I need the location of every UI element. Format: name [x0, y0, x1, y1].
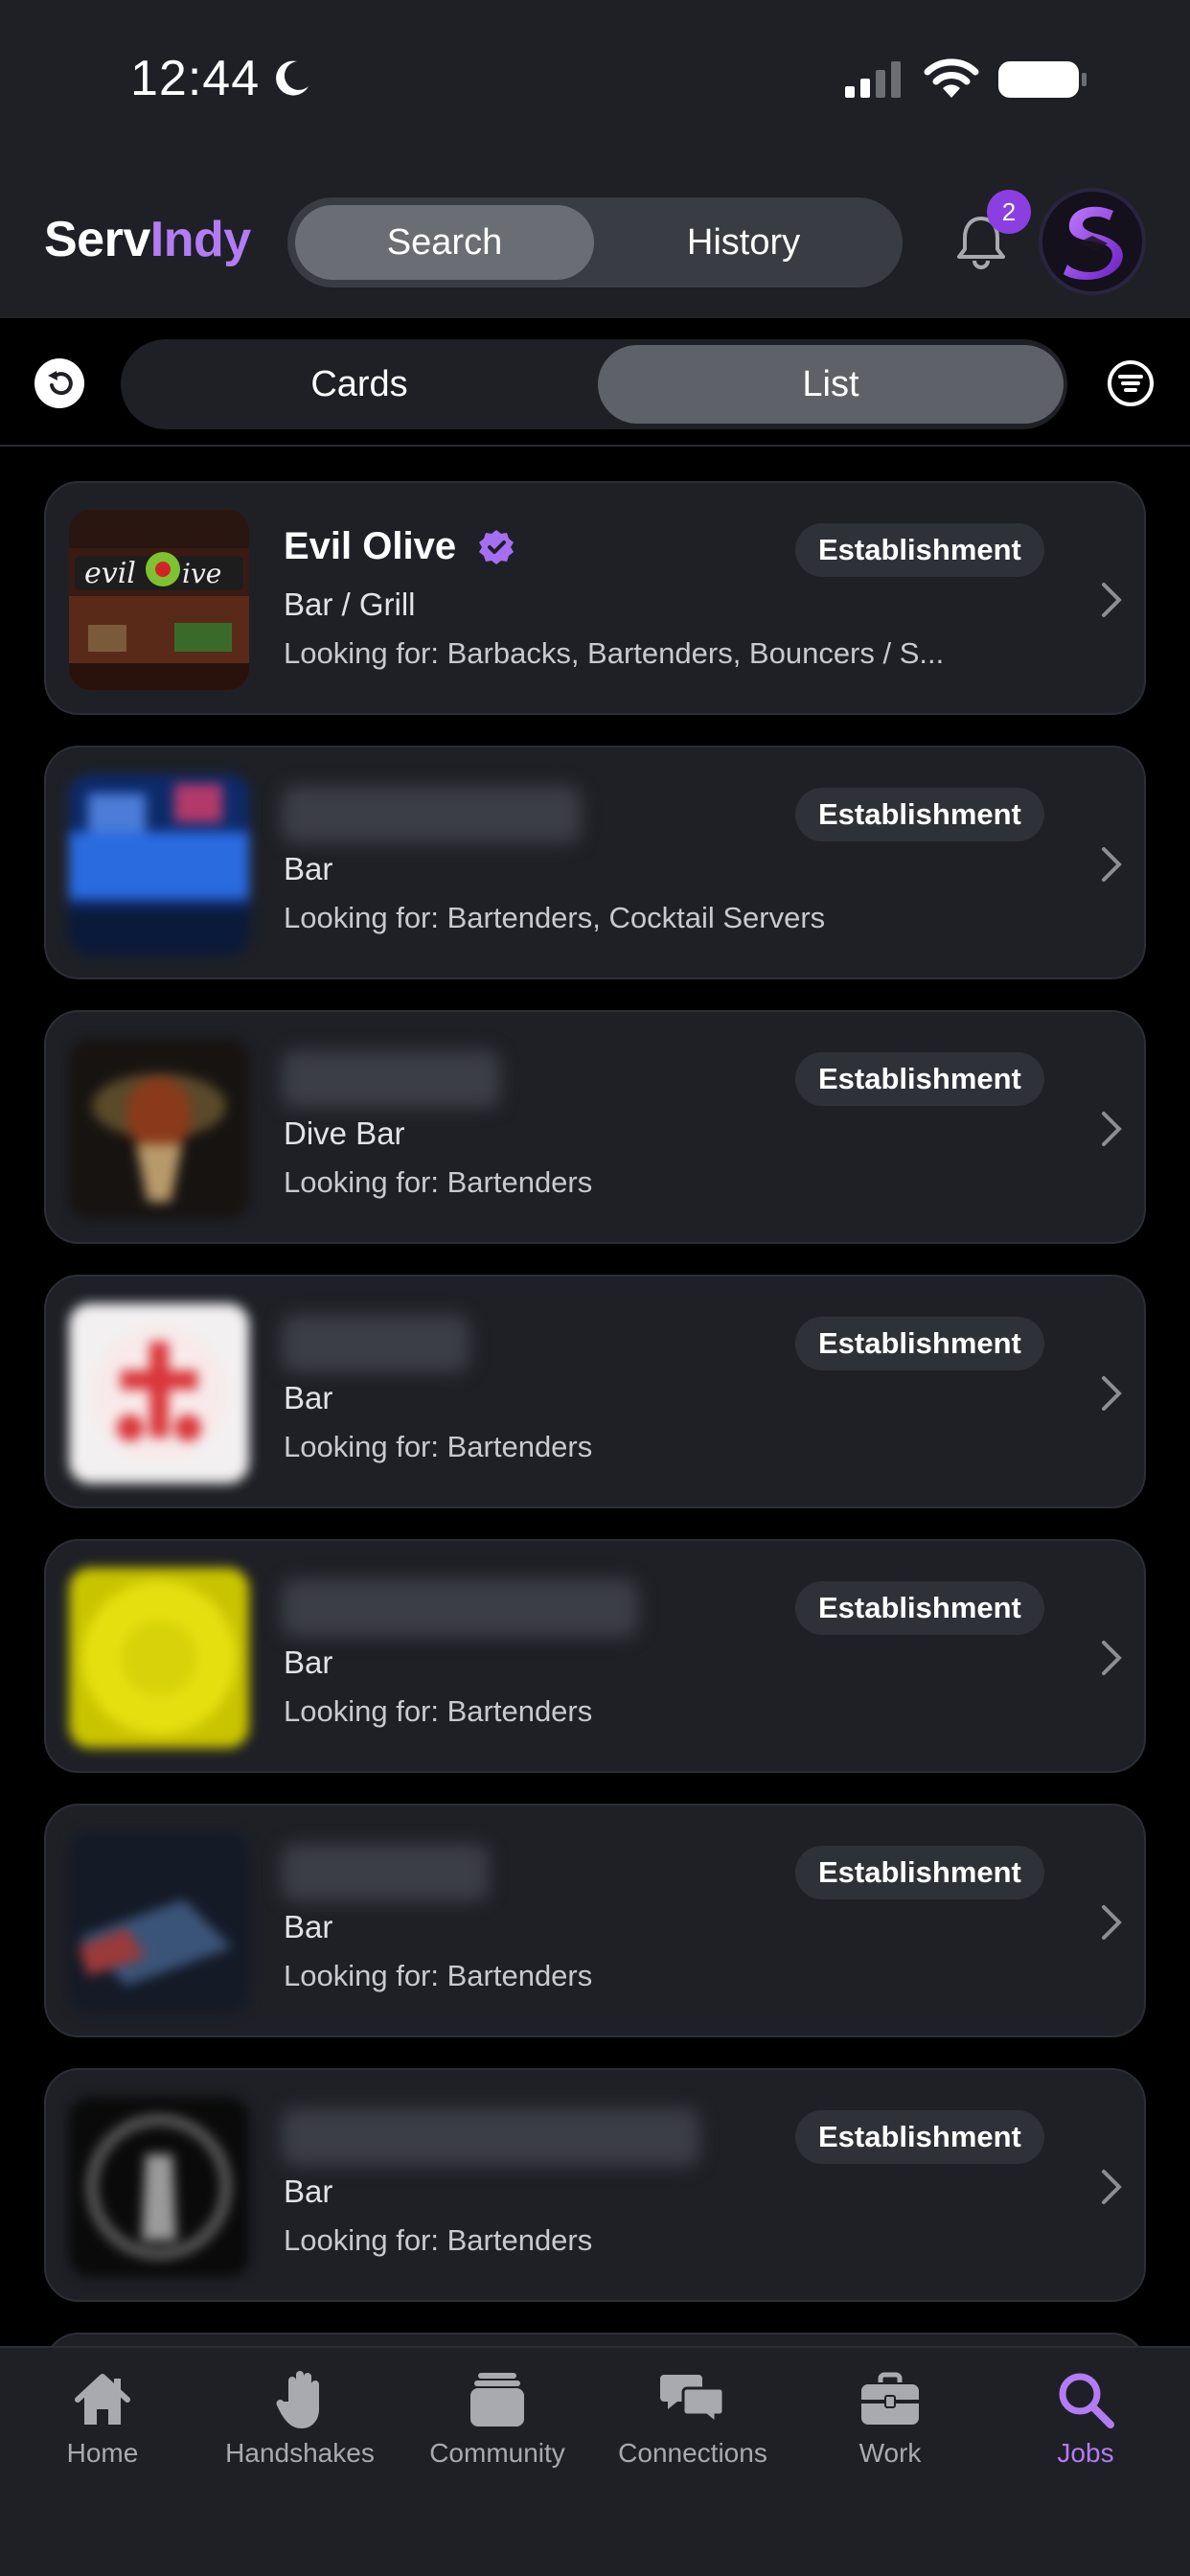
listing-type-badge: Establishment: [795, 1581, 1044, 1635]
tab-search[interactable]: Search: [295, 205, 594, 280]
chevron-right-icon: [1102, 1905, 1122, 1940]
notification-badge: 2: [987, 190, 1031, 234]
listing-type-badge: Establishment: [795, 1052, 1044, 1106]
tab-home-label: Home: [66, 2438, 139, 2468]
search-history-switch: Search History: [287, 197, 903, 288]
listing-thumbnail: [69, 1303, 249, 1484]
tab-handshakes[interactable]: Handshakes: [201, 2367, 399, 2511]
brand-part-2: Indy: [149, 212, 251, 267]
listing-name: Evil Olive: [284, 525, 515, 568]
tab-handshakes-label: Handshakes: [225, 2438, 375, 2468]
chevron-right-icon: [1102, 2170, 1122, 2204]
undo-button[interactable]: [34, 358, 84, 408]
listing-looking-for: Looking for: Bartenders: [284, 1959, 593, 1992]
community-icon: [470, 2373, 524, 2426]
listing-type-badge: Establishment: [795, 2110, 1044, 2164]
moon-icon: [276, 60, 309, 96]
verified-badge-icon: [479, 529, 515, 564]
status-time: 12:44: [130, 51, 261, 106]
home-icon: [75, 2374, 130, 2425]
svg-text:evil: evil: [84, 557, 136, 590]
listing-name-redacted: [282, 1579, 638, 1637]
brand-part-1: Serv: [44, 212, 150, 267]
hand-icon: [276, 2371, 319, 2428]
tab-work[interactable]: Work: [791, 2367, 989, 2511]
listing-thumbnail: evil ive: [69, 510, 249, 690]
listing-category: Bar: [284, 1380, 333, 1415]
listing-thumbnail: [69, 1568, 249, 1748]
tab-work-label: Work: [858, 2438, 922, 2468]
listing-card[interactable]: Establishment Bar Looking for: Bartender…: [44, 746, 1146, 979]
listing-name-redacted: [282, 1315, 469, 1372]
chevron-right-icon: [1102, 1641, 1122, 1675]
briefcase-icon: [861, 2372, 919, 2425]
cellular-signal-icon: [845, 61, 901, 98]
listing-card[interactable]: Establishment Bar Looking for: Bartender…: [44, 1275, 1146, 1508]
tab-connections[interactable]: Connections: [594, 2367, 791, 2511]
listing-category: Bar: [284, 1909, 333, 1944]
tab-jobs[interactable]: Jobs: [987, 2367, 1184, 2511]
battery-icon: [998, 61, 1087, 98]
top-bar: 12:44 ServIndy Search History 2: [0, 0, 1190, 318]
listing-type-badge: Establishment: [795, 1317, 1044, 1370]
tab-history[interactable]: History: [594, 205, 893, 280]
tab-jobs-label: Jobs: [1057, 2438, 1114, 2468]
listing-looking-for: Looking for: Bartenders: [284, 1694, 593, 1728]
listing-card[interactable]: evil ive Evil Olive Establishment Bar / …: [44, 481, 1146, 715]
tab-community-label: Community: [429, 2438, 565, 2468]
listing-type-badge: Establishment: [795, 1846, 1044, 1899]
listing-card-partial[interactable]: [44, 2333, 1146, 2346]
chevron-right-icon: [1102, 583, 1122, 617]
listing-thumbnail: [69, 1832, 249, 2012]
app-logo: ServIndy: [44, 211, 251, 268]
tab-home[interactable]: Home: [4, 2367, 201, 2511]
listing-looking-for: Looking for: Bartenders: [284, 2223, 593, 2257]
bottom-tab-bar: Home Handshakes Community Connections Wo…: [0, 2346, 1190, 2576]
listing-name-redacted: [282, 786, 581, 843]
chat-bubbles-icon: [660, 2375, 725, 2426]
chevron-right-icon: [1102, 1112, 1122, 1146]
listing-category: Dive Bar: [284, 1116, 405, 1151]
listing-card[interactable]: Establishment Bar Looking for: Bartender…: [44, 1539, 1146, 1773]
status-bar: 12:44: [0, 0, 1190, 163]
listing-card[interactable]: Establishment Dive Bar Looking for: Bart…: [44, 1010, 1146, 1244]
listing-category: Bar: [284, 2174, 333, 2209]
listing-thumbnail: [69, 774, 249, 954]
listing-category: Bar / Grill: [284, 586, 416, 622]
listing-category: Bar: [284, 851, 333, 886]
listing-name-text: Evil Olive: [284, 525, 457, 567]
tab-cards[interactable]: Cards: [126, 345, 592, 424]
chevron-right-icon: [1102, 847, 1122, 882]
view-toggle-row: Cards List: [0, 318, 1190, 447]
search-icon: [1059, 2373, 1114, 2428]
tab-community[interactable]: Community: [399, 2367, 596, 2511]
profile-avatar[interactable]: [1039, 188, 1146, 295]
filter-icon[interactable]: [1106, 358, 1156, 408]
listing-thumbnail: [69, 2097, 249, 2277]
listing-card[interactable]: Establishment Bar Looking for: Bartender…: [44, 1804, 1146, 2037]
job-listing-list: evil ive Evil Olive Establishment Bar / …: [0, 447, 1190, 2346]
cards-list-switch: Cards List: [121, 339, 1067, 429]
listing-looking-for: Looking for: Bartenders: [284, 1430, 593, 1463]
wifi-icon: [924, 58, 979, 98]
tab-list[interactable]: List: [598, 345, 1064, 424]
listing-name-redacted: [282, 1050, 500, 1108]
svg-text:ive: ive: [182, 558, 221, 589]
listing-looking-for: Looking for: Bartenders: [284, 1165, 593, 1199]
listing-thumbnail: [69, 1039, 249, 1219]
listing-card[interactable]: Establishment Bar Looking for: Bartender…: [44, 2068, 1146, 2302]
listing-category: Bar: [284, 1644, 333, 1680]
listing-name-redacted: [282, 2108, 699, 2166]
tab-connections-label: Connections: [618, 2438, 767, 2468]
listing-name-redacted: [282, 1844, 489, 1901]
listing-looking-for: Looking for: Bartenders, Cocktail Server…: [284, 901, 826, 934]
listing-type-badge: Establishment: [795, 523, 1044, 577]
undo-icon: [48, 371, 73, 396]
listing-looking-for: Looking for: Barbacks, Bartenders, Bounc…: [284, 636, 945, 670]
listing-type-badge: Establishment: [795, 788, 1044, 841]
chevron-right-icon: [1102, 1376, 1122, 1411]
brand-s-logo-icon: [1064, 206, 1123, 280]
